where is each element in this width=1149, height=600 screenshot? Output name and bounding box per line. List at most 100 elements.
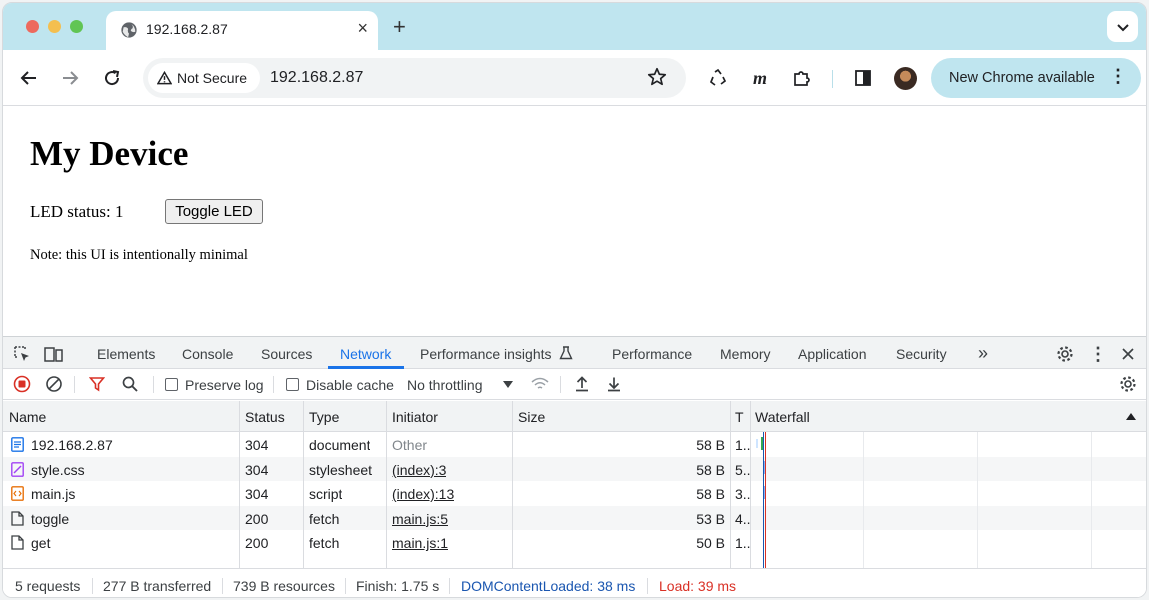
table-row[interactable]: style.css 304 stylesheet (index):3 58 B … <box>3 456 1146 481</box>
table-row[interactable]: get 200 fetch main.js:1 50 B 1.. <box>3 530 1146 555</box>
tab-close-icon[interactable]: × <box>357 18 368 38</box>
tab-sources[interactable]: Sources <box>261 346 312 362</box>
maximize-window-button[interactable] <box>70 20 83 33</box>
waterfall-bar[interactable] <box>756 439 758 448</box>
record-icon <box>13 375 31 393</box>
waterfall-gridline <box>1091 432 1092 568</box>
request-size: 50 B <box>696 535 725 551</box>
column-divider[interactable] <box>386 401 387 568</box>
device-toolbar-button[interactable] <box>44 344 64 364</box>
tab-performance-insights[interactable]: Performance insights <box>420 346 574 362</box>
summary-separator <box>345 578 346 594</box>
column-time-header[interactable]: T <box>735 409 744 425</box>
preserve-log-label[interactable]: Preserve log <box>185 377 264 393</box>
search-icon <box>122 376 138 392</box>
column-divider[interactable] <box>750 401 751 568</box>
disable-cache-checkbox[interactable] <box>286 378 299 391</box>
vertical-dots-icon: ⋮ <box>1089 343 1107 364</box>
column-size-header[interactable]: Size <box>518 409 545 425</box>
url-text[interactable]: 192.168.2.87 <box>270 69 363 87</box>
minimize-window-button[interactable] <box>48 20 61 33</box>
column-initiator-header[interactable]: Initiator <box>392 409 438 425</box>
browser-tab[interactable]: 192.168.2.87 × <box>106 11 378 50</box>
page-content: My Device LED status: 1 Toggle LED Note:… <box>3 106 1146 336</box>
address-bar[interactable]: Not Secure 192.168.2.87 <box>143 58 686 98</box>
table-row[interactable]: toggle 200 fetch main.js:5 53 B 4.. <box>3 505 1146 530</box>
clear-button[interactable] <box>45 375 63 393</box>
toggle-led-button[interactable]: Toggle LED <box>165 199 263 224</box>
table-row[interactable]: main.js 304 script (index):13 58 B 3.. <box>3 481 1146 506</box>
new-tab-button[interactable]: + <box>393 15 406 39</box>
dropdown-triangle-icon[interactable] <box>503 381 513 389</box>
request-size: 58 B <box>696 461 725 478</box>
tab-application[interactable]: Application <box>798 346 867 362</box>
filter-button[interactable] <box>88 375 106 393</box>
recycle-icon <box>709 68 727 86</box>
script-icon <box>11 486 24 501</box>
m-extension-button[interactable]: m <box>748 66 772 90</box>
import-har-button[interactable] <box>573 375 591 393</box>
site-info-chip[interactable]: Not Secure <box>148 63 260 93</box>
menu-dots-icon[interactable]: ⋮ <box>1109 66 1127 87</box>
column-divider[interactable] <box>730 401 731 568</box>
devtools-menu-button[interactable]: ⋮ <box>1088 344 1108 364</box>
tab-performance[interactable]: Performance <box>612 346 692 362</box>
devtools-close-button[interactable] <box>1118 344 1138 364</box>
request-initiator[interactable]: main.js:1 <box>392 535 448 551</box>
network-conditions-button[interactable] <box>531 375 549 393</box>
request-initiator[interactable]: (index):3 <box>392 462 446 478</box>
security-label: Not Secure <box>177 70 248 86</box>
table-row[interactable]: 192.168.2.87 304 document Other 58 B 1.. <box>3 432 1146 457</box>
request-size: 58 B <box>696 486 725 502</box>
tab-console[interactable]: Console <box>182 346 233 362</box>
disable-cache-label[interactable]: Disable cache <box>306 377 394 393</box>
close-window-button[interactable] <box>26 20 39 33</box>
devtools-settings-button[interactable] <box>1055 344 1075 364</box>
reload-button[interactable] <box>100 66 124 90</box>
export-har-button[interactable] <box>605 375 623 393</box>
stop-recording-button[interactable] <box>13 375 31 393</box>
column-divider[interactable] <box>512 401 513 568</box>
tab-security[interactable]: Security <box>896 346 947 362</box>
download-icon <box>608 377 620 392</box>
side-panel-button[interactable] <box>851 66 875 90</box>
document-icon <box>11 437 24 452</box>
transferred-size: 277 B transferred <box>103 578 212 594</box>
preserve-log-checkbox[interactable] <box>165 378 178 391</box>
dom-content-loaded-time: DOMContentLoaded: 38 ms <box>461 578 636 594</box>
column-divider[interactable] <box>239 401 240 568</box>
extensions-button[interactable] <box>790 66 814 90</box>
tab-elements[interactable]: Elements <box>97 346 155 362</box>
profile-avatar[interactable] <box>894 67 917 90</box>
tab-search-button[interactable] <box>1107 11 1138 42</box>
toolbar-separator <box>273 376 274 393</box>
forward-button[interactable] <box>58 66 82 90</box>
tab-memory[interactable]: Memory <box>720 346 771 362</box>
tab-network[interactable]: Network <box>340 346 391 362</box>
browser-toolbar: Not Secure 192.168.2.87 m New Chrome ava… <box>3 50 1146 106</box>
request-type: document <box>309 437 371 453</box>
update-chrome-button[interactable]: New Chrome available ⋮ <box>931 58 1141 98</box>
column-name-header[interactable]: Name <box>9 409 46 425</box>
sort-ascending-icon[interactable] <box>1126 412 1136 420</box>
request-initiator[interactable]: (index):13 <box>392 486 454 502</box>
column-waterfall-header[interactable]: Waterfall <box>755 409 810 425</box>
devtools-panel: Elements Console Sources Network Perform… <box>3 336 1146 597</box>
throttling-select[interactable]: No throttling <box>407 377 482 393</box>
bookmark-star-icon[interactable] <box>646 66 668 88</box>
request-status: 304 <box>245 461 269 478</box>
recycle-extension-button[interactable] <box>706 66 730 90</box>
back-button[interactable] <box>17 66 41 90</box>
network-toolbar: Preserve log Disable cache No throttling <box>3 369 1146 400</box>
request-initiator[interactable]: main.js:5 <box>392 511 448 527</box>
inspect-element-button[interactable] <box>12 344 32 364</box>
more-tabs-icon[interactable]: » <box>978 343 988 364</box>
network-settings-button[interactable] <box>1119 375 1137 393</box>
note-text: Note: this UI is intentionally minimal <box>30 247 248 263</box>
search-button[interactable] <box>121 375 139 393</box>
request-time: 4.. <box>735 510 750 527</box>
column-status-header[interactable]: Status <box>245 409 285 425</box>
column-divider[interactable] <box>303 401 304 568</box>
reload-icon <box>105 70 120 86</box>
column-type-header[interactable]: Type <box>309 409 339 425</box>
